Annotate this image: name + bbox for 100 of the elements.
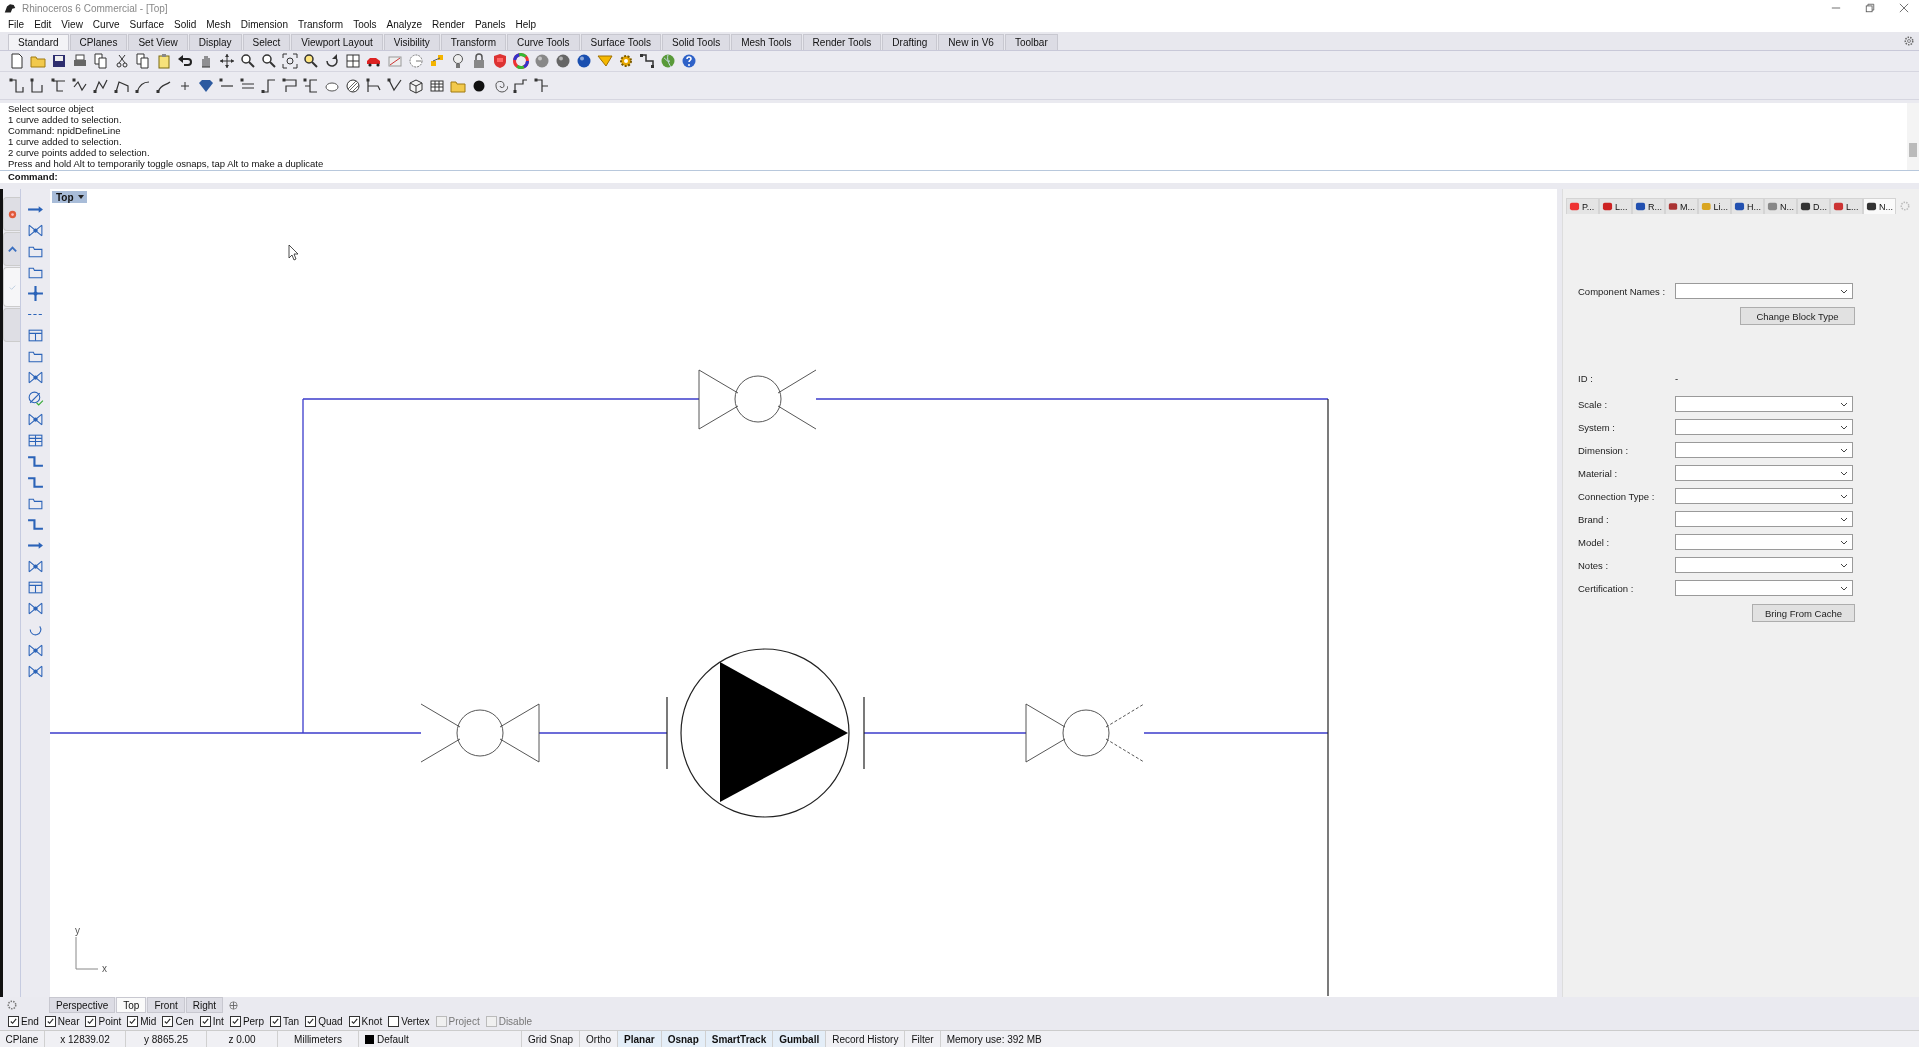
- toolbar-tab[interactable]: Surface Tools: [580, 34, 661, 50]
- checkbox-label: Knot: [361, 1016, 383, 1027]
- status-toggle[interactable]: Osnap: [661, 1031, 706, 1047]
- viewport-tab[interactable]: Perspective: [49, 997, 116, 1013]
- memory-usage: Memory use: 392 MB: [945, 1032, 1043, 1047]
- checkbox-label: Disable: [498, 1016, 533, 1027]
- panel-tab[interactable]: M...: [1665, 198, 1698, 214]
- tab-label: N...: [1780, 201, 1794, 212]
- menu-item[interactable]: Transform: [297, 18, 344, 30]
- menu-item[interactable]: Curve: [92, 18, 120, 30]
- checkbox-label: End: [21, 1016, 39, 1027]
- tab-label: L...: [1846, 201, 1859, 212]
- toolbar-tab[interactable]: Mesh Tools: [731, 34, 802, 50]
- panel-tab[interactable]: R...: [1632, 198, 1665, 214]
- id-value: -: [1675, 372, 1679, 384]
- status-coordinate: z 0.00: [207, 1031, 278, 1047]
- toolbar-tab[interactable]: Set View: [128, 34, 188, 50]
- history-line: Select source object: [8, 103, 95, 114]
- tab-label: R...: [1648, 201, 1662, 212]
- checkbox-label: Perp: [242, 1016, 264, 1027]
- history-line: Press and hold Alt to temporarily toggle osnaps, tap Alt to make a duplicate: [8, 158, 325, 169]
- toolbar-tab[interactable]: Render Tools: [802, 34, 882, 50]
- panel-tab[interactable]: N...: [1863, 198, 1896, 214]
- status-toggle[interactable]: Grid Snap: [522, 1031, 581, 1047]
- axis-label: y: [75, 925, 80, 936]
- panel-tab[interactable]: D...: [1797, 198, 1830, 214]
- field-label: Certification :: [1578, 582, 1635, 594]
- status-layer[interactable]: Default: [377, 1033, 409, 1045]
- command-field[interactable]: Command:: [0, 170, 1919, 183]
- menu-item[interactable]: File: [8, 18, 25, 30]
- field-label: Material :: [1578, 467, 1619, 479]
- tab-label: H...: [1747, 201, 1761, 212]
- toolbar-tab[interactable]: Viewport Layout: [291, 34, 383, 50]
- status-toggle[interactable]: Planar: [618, 1031, 662, 1047]
- field-label: Component Names :: [1578, 285, 1667, 297]
- toolbar-tab[interactable]: Display: [188, 34, 242, 50]
- viewport-tab[interactable]: Right: [185, 997, 224, 1013]
- checkbox-label: Point: [98, 1016, 122, 1027]
- checkbox-label: Cen: [175, 1016, 194, 1027]
- field-label: Brand :: [1578, 513, 1610, 525]
- history-line: 2 curve points added to selection.: [8, 147, 151, 158]
- history-line: 1 curve added to selection.: [8, 114, 123, 125]
- window-title: Rhinoceros 6 Commercial - [Top]: [22, 2, 168, 14]
- tab-label: N...: [1879, 201, 1893, 212]
- status-toggle[interactable]: Filter: [905, 1031, 941, 1047]
- tab-label: D...: [1813, 201, 1827, 212]
- panel-tab[interactable]: P...: [1566, 198, 1599, 214]
- panel-tab[interactable]: N...: [1764, 198, 1797, 214]
- menu-item[interactable]: View: [61, 18, 83, 30]
- status-toggle[interactable]: Record History: [826, 1031, 906, 1047]
- status-units[interactable]: Millimeters: [278, 1031, 359, 1047]
- menu-item[interactable]: Solid: [174, 18, 197, 30]
- history-line: 1 curve added to selection.: [8, 136, 123, 147]
- menu-item[interactable]: Render: [432, 18, 465, 30]
- toolbar-tab[interactable]: Toolbar: [1004, 34, 1058, 50]
- toolbar-tab[interactable]: CPlanes: [69, 34, 128, 50]
- menu-item[interactable]: Mesh: [206, 18, 231, 30]
- axis-label: x: [102, 963, 107, 974]
- toolbar-tab[interactable]: Standard: [8, 34, 69, 50]
- toolbar-tab[interactable]: New in V6: [938, 34, 1004, 50]
- menu-item[interactable]: Dimension: [240, 18, 288, 30]
- menu-item[interactable]: Surface: [129, 18, 164, 30]
- field-label: Notes :: [1578, 559, 1610, 571]
- change-block-type-button[interactable]: Change Block Type: [1740, 307, 1855, 325]
- field-label: System :: [1578, 421, 1616, 433]
- panel-tab[interactable]: H...: [1731, 198, 1764, 214]
- toolbar-tab[interactable]: Select: [242, 34, 291, 50]
- checkbox-label: Quad: [318, 1016, 343, 1027]
- status-coordinate: x 12839.02: [45, 1031, 126, 1047]
- tab-label: L...: [1615, 201, 1628, 212]
- menu-item[interactable]: Analyze: [386, 18, 423, 30]
- checkbox-label: Near: [57, 1016, 80, 1027]
- bring-from-cache-button[interactable]: Bring From Cache: [1751, 604, 1855, 622]
- panel-tab[interactable]: L...: [1830, 198, 1863, 214]
- checkbox-label: Tan: [283, 1016, 300, 1027]
- menu-item[interactable]: Edit: [34, 18, 52, 30]
- tab-label: M...: [1680, 201, 1695, 212]
- status-coordinate: y 8865.25: [126, 1031, 207, 1047]
- panel-tab[interactable]: L...: [1599, 198, 1632, 214]
- panel-tab[interactable]: Li...: [1698, 198, 1731, 214]
- viewport-tab[interactable]: Front: [147, 997, 185, 1013]
- viewport-label[interactable]: Top: [52, 191, 87, 203]
- checkbox-label: Project: [448, 1016, 480, 1027]
- status-toggle[interactable]: Gumball: [773, 1031, 827, 1047]
- menu-item[interactable]: Tools: [353, 18, 377, 30]
- checkbox-label: Mid: [140, 1016, 157, 1027]
- field-label: Model :: [1578, 536, 1611, 548]
- menu-item[interactable]: Help: [515, 18, 537, 30]
- menu-item[interactable]: Panels: [474, 18, 506, 30]
- toolbar-tab[interactable]: Visibility: [383, 34, 440, 50]
- tab-label: Li...: [1713, 201, 1728, 212]
- toolbar-tab[interactable]: Curve Tools: [506, 34, 580, 50]
- status-cplane[interactable]: CPlane: [0, 1031, 45, 1047]
- tab-label: P...: [1582, 201, 1595, 212]
- toolbar-tab[interactable]: Drafting: [882, 34, 938, 50]
- status-toggle[interactable]: SmartTrack: [705, 1031, 774, 1047]
- toolbar-tab[interactable]: Solid Tools: [662, 34, 731, 50]
- checkbox-label: Vertex: [401, 1016, 430, 1027]
- toolbar-tab[interactable]: Transform: [440, 34, 506, 50]
- viewport-tab[interactable]: Top: [116, 997, 147, 1013]
